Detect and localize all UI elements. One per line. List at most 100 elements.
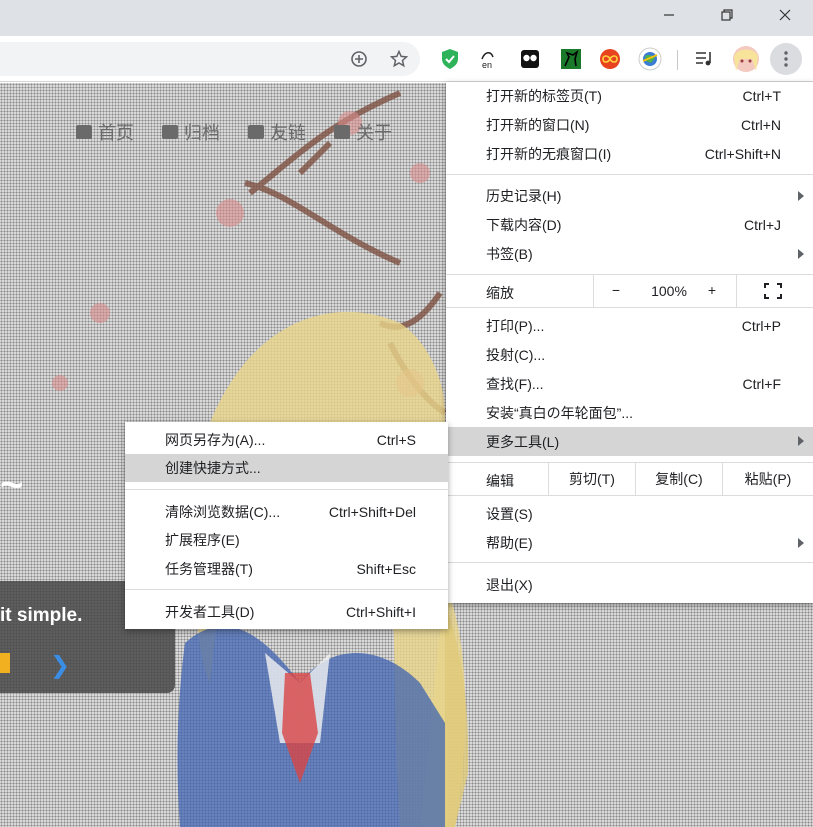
menu-settings[interactable]: 设置(S) bbox=[446, 500, 813, 528]
zoom-divider bbox=[593, 275, 594, 307]
green-shield-extension-icon[interactable] bbox=[436, 45, 464, 73]
nav-archive[interactable]: 归档 bbox=[162, 119, 220, 145]
menu-zoom-row: 缩放 − 100% + bbox=[446, 275, 813, 307]
menu-new-tab[interactable]: 打开新的标签页(T) Ctrl+T bbox=[446, 82, 813, 110]
clear-data-label: 清除浏览数据(C)... bbox=[165, 504, 281, 520]
copy-button[interactable]: 复制(C) bbox=[636, 463, 722, 495]
title-bar bbox=[0, 0, 813, 36]
submenu-arrow-icon bbox=[798, 436, 804, 446]
restore-icon[interactable] bbox=[704, 0, 750, 30]
menu-print-label: 打印(P)... bbox=[486, 318, 545, 334]
fullscreen-icon[interactable] bbox=[764, 283, 782, 302]
decorative-tilde: ~ bbox=[0, 463, 24, 507]
menu-help[interactable]: 帮助(E) bbox=[446, 529, 813, 557]
menu-settings-label: 设置(S) bbox=[486, 506, 533, 522]
submenu-extensions[interactable]: 扩展程序(E) bbox=[125, 526, 448, 554]
zoom-divider bbox=[736, 275, 737, 307]
banner-prev-button[interactable] bbox=[0, 653, 10, 673]
home-icon bbox=[76, 125, 92, 139]
save-page-label: 网页另存为(A)... bbox=[165, 432, 266, 448]
menu-bookmarks[interactable]: 书签(B) bbox=[446, 240, 813, 268]
nav-links[interactable]: 友链 bbox=[248, 119, 306, 145]
infinity-extension-icon[interactable] bbox=[596, 45, 624, 73]
menu-install-app[interactable]: 安装“真白の年轮面包”... bbox=[446, 399, 813, 427]
menu-more-tools-label: 更多工具(L) bbox=[486, 433, 560, 450]
submenu-arrow-icon bbox=[798, 191, 804, 201]
star-icon[interactable] bbox=[385, 45, 413, 73]
menu-more-tools[interactable]: 更多工具(L) bbox=[446, 427, 813, 456]
close-icon[interactable] bbox=[762, 0, 808, 30]
paste-label: 粘贴(P) bbox=[744, 471, 792, 487]
submenu-clear-data[interactable]: 清除浏览数据(C)... Ctrl+Shift+Del bbox=[125, 498, 448, 526]
menu-separator bbox=[446, 174, 813, 175]
menu-install-label: 安装“真白の年轮面包”... bbox=[486, 405, 633, 421]
nav-links-label: 友链 bbox=[270, 123, 306, 143]
menu-new-tab-label: 打开新的标签页(T) bbox=[486, 88, 602, 104]
menu-history[interactable]: 历史记录(H) bbox=[446, 182, 813, 210]
menu-cast-label: 投射(C)... bbox=[486, 347, 546, 363]
menu-exit[interactable]: 退出(X) bbox=[446, 571, 813, 599]
zoom-level: 100% bbox=[651, 283, 687, 299]
submenu-task-manager[interactable]: 任务管理器(T) Shift+Esc bbox=[125, 555, 448, 583]
archive-icon bbox=[162, 125, 178, 139]
horse-extension-icon[interactable] bbox=[557, 45, 585, 73]
menu-new-window-label: 打开新的窗口(N) bbox=[486, 117, 590, 133]
more-tools-submenu: 网页另存为(A)... Ctrl+S 创建快捷方式... 清除浏览数据(C)...… bbox=[125, 422, 448, 629]
avatar[interactable] bbox=[731, 44, 761, 74]
banner-next-button[interactable]: ❯ bbox=[50, 651, 70, 680]
link-icon bbox=[248, 125, 264, 139]
zoom-in-button[interactable]: + bbox=[702, 282, 722, 298]
translate-extension-icon[interactable]: en bbox=[477, 45, 505, 73]
menu-new-incognito-label: 打开新的无痕窗口(I) bbox=[486, 146, 612, 162]
menu-downloads-label: 下载内容(D) bbox=[486, 217, 562, 233]
submenu-create-shortcut[interactable]: 创建快捷方式... bbox=[125, 454, 448, 482]
menu-help-label: 帮助(E) bbox=[486, 535, 533, 551]
zoom-label: 缩放 bbox=[486, 285, 514, 301]
nav-home[interactable]: 首页 bbox=[76, 119, 134, 145]
menu-history-label: 历史记录(H) bbox=[486, 188, 562, 204]
copy-label: 复制(C) bbox=[655, 471, 703, 487]
menu-separator bbox=[446, 495, 813, 496]
menu-find-label: 查找(F)... bbox=[486, 376, 544, 392]
menu-print[interactable]: 打印(P)... Ctrl+P bbox=[446, 312, 813, 340]
site-nav: 首页 归档 友链 关于 bbox=[76, 119, 392, 145]
submenu-dev-tools[interactable]: 开发者工具(D) Ctrl+Shift+I bbox=[125, 598, 448, 626]
nav-archive-label: 归档 bbox=[184, 123, 220, 143]
task-manager-shortcut: Shift+Esc bbox=[356, 561, 416, 577]
menu-new-window[interactable]: 打开新的窗口(N) Ctrl+N bbox=[446, 111, 813, 139]
menu-new-window-shortcut: Ctrl+N bbox=[740, 117, 781, 133]
cut-label: 剪切(T) bbox=[569, 471, 615, 487]
task-manager-label: 任务管理器(T) bbox=[165, 561, 253, 577]
leaf-icon bbox=[334, 125, 350, 139]
cut-button[interactable]: 剪切(T) bbox=[549, 463, 635, 495]
menu-find[interactable]: 查找(F)... Ctrl+F bbox=[446, 370, 813, 398]
add-circle-icon[interactable] bbox=[345, 45, 373, 73]
menu-downloads-shortcut: Ctrl+J bbox=[744, 217, 781, 233]
dice-extension-icon[interactable] bbox=[516, 45, 544, 73]
menu-new-tab-shortcut: Ctrl+T bbox=[742, 88, 782, 104]
menu-new-incognito-shortcut: Ctrl+Shift+N bbox=[704, 146, 781, 162]
media-queue-icon[interactable] bbox=[691, 45, 719, 73]
edit-label: 编辑 bbox=[486, 473, 514, 489]
nav-about-label: 关于 bbox=[356, 123, 392, 143]
paste-button[interactable]: 粘贴(P) bbox=[723, 463, 813, 495]
globe-extension-icon[interactable] bbox=[636, 45, 664, 73]
menu-cast[interactable]: 投射(C)... bbox=[446, 341, 813, 369]
minimize-icon[interactable] bbox=[646, 0, 692, 30]
menu-exit-label: 退出(X) bbox=[486, 577, 533, 593]
menu-new-incognito[interactable]: 打开新的无痕窗口(I) Ctrl+Shift+N bbox=[446, 140, 813, 168]
nav-about[interactable]: 关于 bbox=[334, 119, 392, 145]
kebab-menu-icon[interactable] bbox=[770, 43, 802, 75]
submenu-save-page[interactable]: 网页另存为(A)... Ctrl+S bbox=[125, 426, 448, 454]
browser-toolbar: en bbox=[0, 36, 813, 82]
zoom-out-button[interactable]: − bbox=[606, 282, 626, 298]
menu-edit-row: 编辑 剪切(T) 复制(C) 粘贴(P) bbox=[446, 463, 813, 495]
submenu-arrow-icon bbox=[798, 249, 804, 259]
banner-text: it simple. bbox=[0, 605, 83, 626]
menu-downloads[interactable]: 下载内容(D) Ctrl+J bbox=[446, 211, 813, 239]
toolbar-divider bbox=[677, 50, 678, 70]
clear-data-shortcut: Ctrl+Shift+Del bbox=[328, 504, 416, 520]
save-page-shortcut: Ctrl+S bbox=[376, 432, 416, 448]
menu-print-shortcut: Ctrl+P bbox=[741, 318, 781, 334]
menu-bookmarks-label: 书签(B) bbox=[486, 246, 533, 262]
